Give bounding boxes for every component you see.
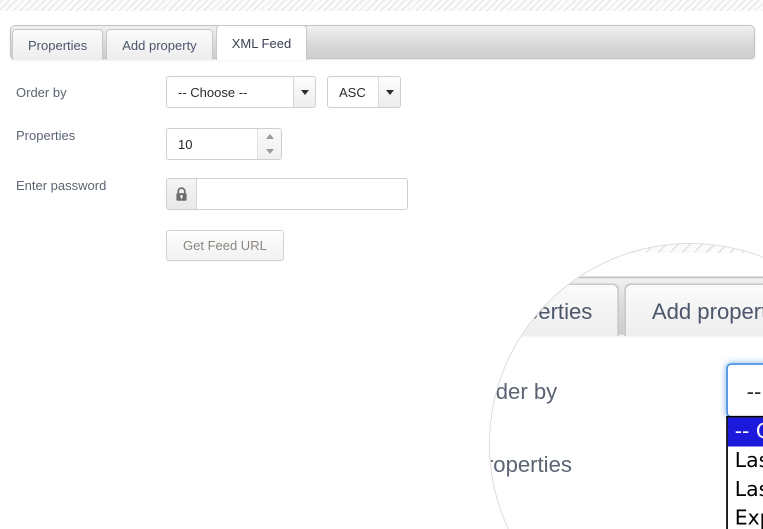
tab-xml-feed[interactable]: XML Feed (215, 25, 308, 60)
order-direction-value: ASC (339, 84, 366, 100)
order-by-select-value: -- Choose -- (178, 84, 248, 100)
tab-xml-feed-label: XML Feed (231, 35, 292, 51)
tab-add-property-magnified[interactable]: Add property (624, 283, 763, 336)
row-properties-field (0, 128, 763, 160)
lock-icon (167, 179, 197, 209)
top-hatch-band-magnified (490, 244, 763, 255)
row-order-by-magnified: Order by -- Choose -- -- Choose -- Last … (490, 363, 763, 529)
order-by-select-open[interactable]: -- Choose -- (726, 363, 763, 418)
option-last-updated[interactable]: Last updated (728, 475, 763, 504)
tab-properties-magnified[interactable]: Properties (490, 283, 620, 336)
tab-properties-label: Properties (491, 297, 593, 324)
row-order-by: Order by -- Choose -- ASC (0, 76, 763, 108)
order-by-select-value: -- Choose -- (746, 377, 763, 404)
tab-add-property-label: Add property (651, 297, 763, 324)
order-by-label: Order by (490, 377, 558, 404)
order-direction-select[interactable]: ASC (327, 76, 401, 108)
get-feed-url-label: Get Feed URL (183, 238, 267, 253)
tab-list: Properties Add property XML Feed (12, 25, 310, 60)
password-input-group (166, 178, 408, 210)
screenshot-root: Properties Add property XML Feed Order b… (0, 0, 763, 529)
stepper-decrement-button[interactable] (258, 144, 281, 159)
tab-properties[interactable]: Properties (12, 29, 104, 60)
chevron-down-icon (293, 77, 315, 107)
properties-input[interactable] (167, 135, 257, 153)
tab-add-property[interactable]: Add property (106, 29, 213, 60)
chevron-down-icon (378, 77, 400, 107)
order-by-select[interactable]: -- Choose -- (166, 76, 316, 108)
page-content-magnified: Properties Add property XML Feed Order b… (490, 254, 763, 529)
get-feed-url-button[interactable]: Get Feed URL (166, 230, 284, 261)
magnifier-circle: Properties Add property XML Feed Order b… (490, 244, 763, 529)
stepper-increment-button[interactable] (258, 129, 281, 144)
top-hatch-band (0, 0, 763, 12)
magnifier-content: Properties Add property XML Feed Order b… (490, 244, 763, 529)
properties-stepper[interactable] (166, 128, 282, 160)
order-by-select-wrapper: -- Choose -- -- Choose -- Last added Las… (702, 363, 763, 529)
option-expiration-date[interactable]: Expiration date (728, 504, 763, 529)
option-choose[interactable]: -- Choose -- (727, 417, 763, 447)
tab-list-magnified: Properties Add property XML Feed (490, 278, 763, 336)
password-input[interactable] (197, 179, 407, 209)
order-by-option-list[interactable]: -- Choose -- Last added Last updated Exp… (726, 415, 763, 529)
stepper-buttons[interactable] (257, 129, 281, 159)
tab-properties-label: Properties (28, 37, 88, 53)
option-last-added[interactable]: Last added (728, 447, 763, 476)
row-properties-field-magnified (490, 451, 763, 506)
order-by-label: Order by (16, 84, 67, 100)
row-password-field (0, 178, 763, 210)
tab-add-property-label: Add property (122, 37, 197, 53)
